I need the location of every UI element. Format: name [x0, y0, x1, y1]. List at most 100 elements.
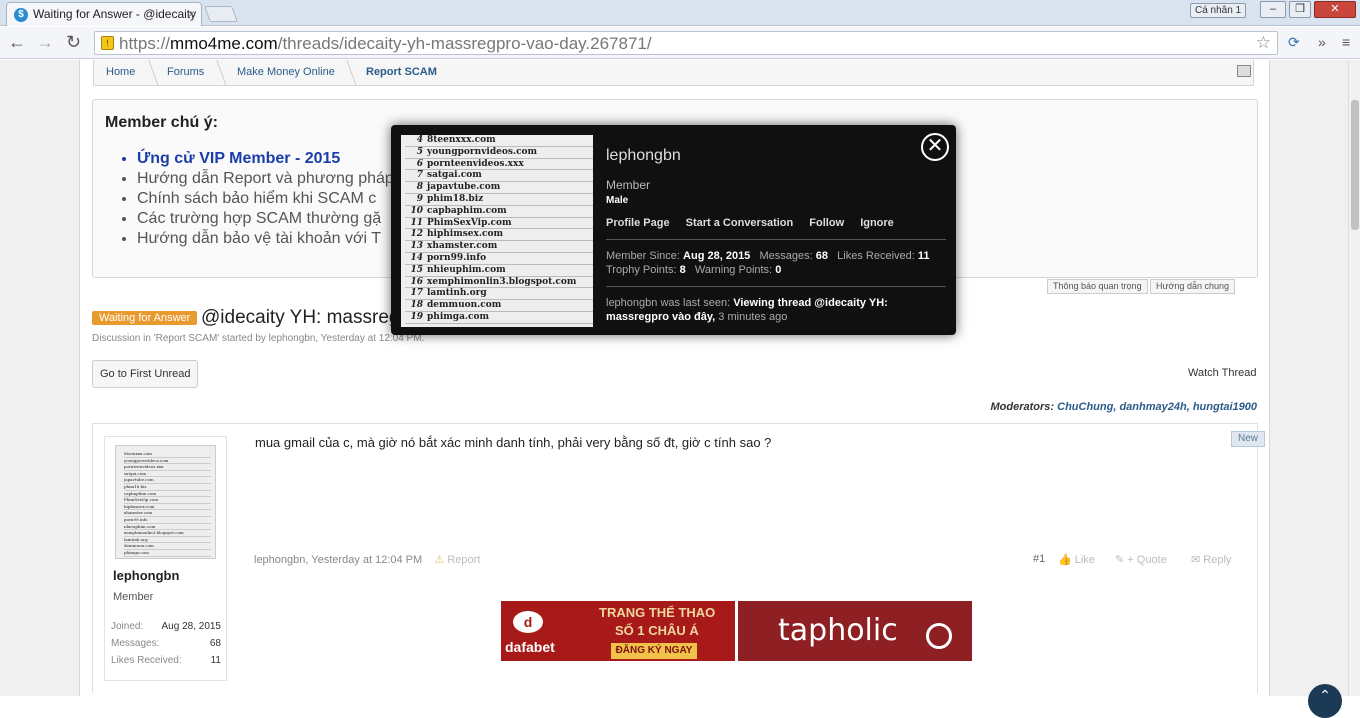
avatar-list-row: xhamster.com — [124, 510, 211, 517]
popup-gender: Male — [606, 195, 629, 206]
security-warning-icon[interactable]: ! — [101, 36, 114, 50]
notice-link[interactable]: Hướng dẫn bảo vệ tài khoản với T — [137, 229, 394, 249]
post-username[interactable]: lephongbn — [113, 568, 179, 583]
popup-stats-line1: Member Since: Aug 28, 2015 Messages: 68 … — [606, 250, 930, 262]
avatar-list-row: capbaphim.com — [124, 491, 211, 498]
breadcrumb-make-money-online[interactable]: Make Money Online — [237, 66, 335, 78]
avatar-list-row: japavtube.com — [124, 477, 211, 484]
avatar-list-row: nhieuphim.com — [124, 524, 211, 531]
popup-stats-line2: Trophy Points: 8 Warning Points: 0 — [606, 264, 782, 276]
chevron-up-icon: ⌃ — [1319, 687, 1331, 703]
bookmark-star-icon[interactable]: ☆ — [1256, 33, 1271, 53]
banner-headline: TRANG THỂ THAO — [599, 605, 716, 620]
notice-link[interactable]: Hướng dẫn Report và phương pháp — [137, 169, 394, 189]
post-number[interactable]: #1 — [1033, 553, 1045, 565]
avatar-list-row: 8 japavtube.com — [405, 182, 593, 194]
avatar-list-row: phimga.com — [124, 550, 211, 557]
address-bar[interactable]: ! https://mmo4me.com/threads/idecaity-yh… — [94, 31, 1278, 55]
breadcrumb-home[interactable]: Home — [106, 66, 135, 78]
url-text: https://mmo4me.com/threads/idecaity-yh-m… — [119, 34, 652, 53]
banner-brand: dafabet — [505, 639, 555, 655]
new-badge: New — [1231, 431, 1266, 447]
post-author-date: lephongbn, Yesterday at 12:04 PM ⚠ Repor… — [254, 553, 480, 566]
like-button[interactable]: 👍 Like — [1058, 553, 1095, 566]
profile-button[interactable]: Cá nhân 1 — [1190, 3, 1247, 18]
reply-button[interactable]: ✉ Reply — [1191, 553, 1231, 566]
popup-close-button[interactable]: ✕ — [921, 133, 949, 161]
notice-link[interactable]: Các trường hợp SCAM thường gặ — [137, 209, 394, 229]
site-favicon-icon: $ — [14, 8, 28, 22]
post-user-role: Member — [113, 591, 154, 603]
menu-icon[interactable]: ≡ — [1342, 34, 1350, 50]
forward-arrow-icon[interactable]: → — [36, 33, 54, 51]
avatar-list-row: 7 satgai.com — [405, 170, 593, 183]
tap-hand-icon — [926, 623, 952, 649]
breadcrumb-separator — [139, 60, 159, 86]
tag-general-guide[interactable]: Hướng dẫn chung — [1150, 279, 1235, 294]
browser-tab[interactable]: $ Waiting for Answer - @idecaity × — [6, 2, 202, 26]
avatar-list-row: 9 phim18.biz — [405, 194, 593, 206]
quote-icon: ✎ — [1115, 554, 1125, 566]
avatar[interactable]: 8teenxxx.com youngpornvideos.com pornteenv… — [115, 445, 216, 559]
quote-button[interactable]: ✎ + Quote — [1115, 553, 1167, 566]
banner-brand: tapholic — [778, 613, 898, 648]
avatar-list-row: xemphimonlin3.blogspot.com — [124, 530, 211, 537]
start-conversation-link[interactable]: Start a Conversation — [686, 217, 794, 229]
window-close-button[interactable]: ✕ — [1314, 1, 1356, 18]
tag-important-notice[interactable]: Thông báo quan trọng — [1047, 279, 1148, 294]
browser-toolbar: ← → ↻ ! https://mmo4me.com/threads/ideca… — [0, 27, 1360, 59]
notice-link[interactable]: Chính sách bảo hiểm khi SCAM c — [137, 189, 394, 209]
reload-icon[interactable]: ↻ — [66, 33, 81, 51]
tab-close-icon[interactable]: × — [188, 7, 195, 21]
avatar-list-row: 15 nhieuphim.com — [405, 265, 593, 277]
extension-icon[interactable]: ⟳ — [1288, 34, 1300, 51]
avatar-list-row: 10 capbaphim.com — [405, 206, 593, 218]
popup-username[interactable]: lephongbn — [606, 147, 681, 165]
maximize-button[interactable]: ❐ — [1289, 1, 1311, 18]
avatar-list-row: phim18.biz — [124, 484, 211, 491]
avatar-list-row: demmuon.com — [124, 543, 211, 550]
ignore-link[interactable]: Ignore — [860, 217, 894, 229]
avatar-list-row: pornteenvideos.xxx — [124, 464, 211, 471]
avatar-list-row: satgai.com — [124, 471, 211, 478]
breadcrumb-separator — [337, 60, 357, 86]
popup-links: Profile Page Start a Conversation Follow… — [606, 217, 907, 229]
minimize-button[interactable]: – — [1260, 1, 1286, 18]
thread-meta: Discussion in 'Report SCAM' started by l… — [92, 333, 425, 344]
report-link[interactable]: Report — [447, 554, 480, 566]
avatar-list-row: 11 PhimSexVip.com — [405, 218, 593, 230]
notice-title: Member chú ý: — [105, 114, 218, 131]
profile-page-link[interactable]: Profile Page — [606, 217, 670, 229]
avatar-list-row: 17 lamtinh.org — [405, 288, 593, 301]
go-to-first-unread-button[interactable]: Go to First Unread — [92, 360, 199, 388]
avatar-list-row: 19 phimga.com — [405, 312, 593, 324]
breadcrumb-report-scam[interactable]: Report SCAM — [366, 66, 437, 78]
page-scrollbar[interactable] — [1348, 60, 1360, 696]
divider — [606, 286, 946, 287]
moderator-links[interactable]: ChuChung, danhmay24h, hungtai1900 — [1057, 401, 1257, 413]
tapholic-banner[interactable]: tapholic — [738, 601, 972, 661]
status-badge: Waiting for Answer — [92, 311, 198, 325]
reply-icon: ✉ — [1191, 554, 1201, 566]
banner-cta: ĐĂNG KÝ NGAY — [611, 643, 697, 659]
new-tab-button[interactable] — [204, 6, 238, 22]
more-extensions-icon[interactable]: » — [1318, 34, 1326, 50]
watch-thread-link[interactable]: Watch Thread — [1188, 367, 1256, 379]
user-stat-likes: Likes Received: 11 — [111, 655, 221, 666]
notice-list: Ứng cử VIP Member - 2015 Hướng dẫn Repor… — [137, 149, 394, 249]
back-arrow-icon[interactable]: ← — [8, 33, 26, 51]
post-date-link[interactable]: lephongbn, Yesterday at 12:04 PM — [254, 554, 422, 566]
dafabet-banner[interactable]: d dafabet TRANG THỂ THAO SỐ 1 CHÂU Á ĐĂN… — [501, 601, 735, 661]
tab-title: Waiting for Answer - @idecaity — [33, 7, 197, 21]
warning-icon: ⚠ — [434, 554, 445, 566]
follow-link[interactable]: Follow — [809, 217, 844, 229]
notice-link-vip[interactable]: Ứng cử VIP Member - 2015 — [137, 149, 394, 169]
breadcrumb-menu-icon[interactable] — [1237, 65, 1251, 77]
scroll-to-top-button[interactable]: ⌃ — [1308, 684, 1342, 718]
breadcrumb-separator — [207, 60, 227, 86]
avatar-list-row: 4 8teenxxx.com — [405, 135, 593, 147]
avatar-list-row: 12 hiphimsex.com — [405, 229, 593, 242]
breadcrumb-forums[interactable]: Forums — [167, 66, 204, 78]
scrollbar-thumb[interactable] — [1351, 100, 1359, 230]
avatar-list-row: PhimSexVip.com — [124, 497, 211, 504]
